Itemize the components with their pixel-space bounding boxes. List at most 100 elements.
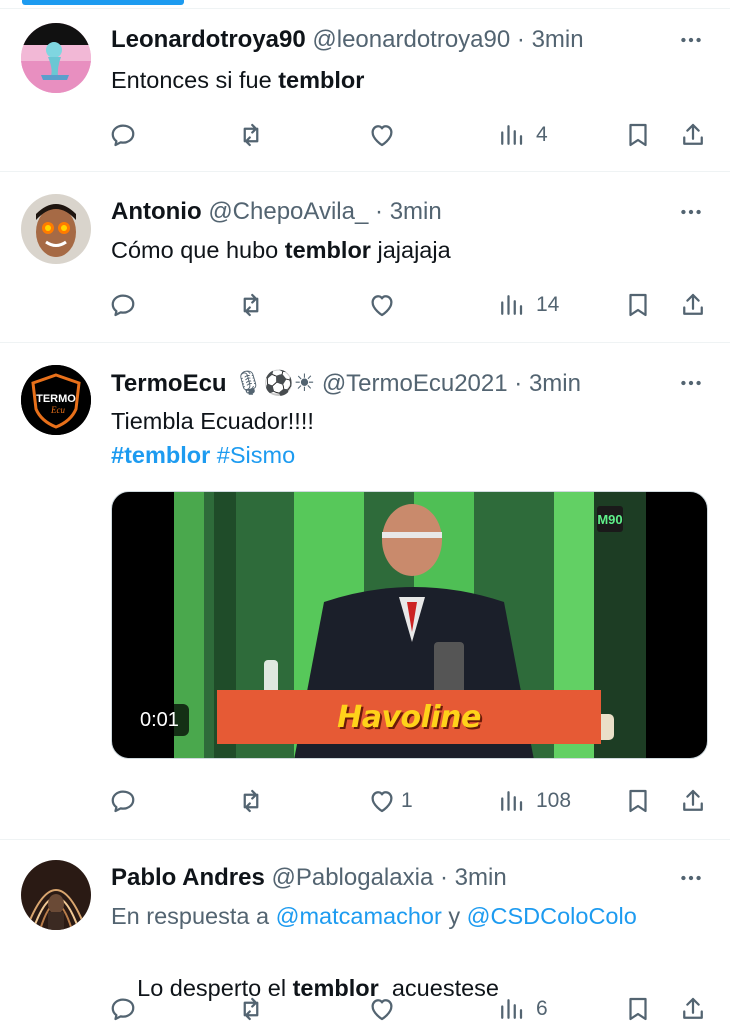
bookmark-button[interactable] [623,783,653,819]
avatar-image [21,194,91,264]
share-button[interactable] [678,991,708,1024]
reply-icon [111,790,135,813]
likes-count: 1 [401,789,413,812]
separator: · [375,198,384,225]
reply-joiner: y [441,903,467,929]
reply-button[interactable] [108,287,138,323]
views-count: 6 [536,997,548,1020]
separator: · [516,26,525,53]
timestamp[interactable]: 3min [532,26,584,53]
highlighted-keyword: temblor [278,67,365,93]
reply-context: En respuesta a @matcamachor y @CSDColoCo… [111,899,700,933]
avatar[interactable] [21,860,91,930]
tweet[interactable]: Pablo Andres @Pablogalaxia · 3min En res… [0,840,730,1024]
video-player[interactable]: M90 Havoline 0:01 [111,491,708,759]
views-count: 108 [536,789,572,812]
tweet-header: TermoEcu 🎙⚽☀ @TermoEcu2021 · 3min [111,368,690,398]
channel-logo: M90 [597,506,623,532]
timestamp[interactable]: 3min [390,198,442,225]
bookmark-button[interactable] [623,991,653,1024]
avatar-logo-text: TERMO [36,393,76,405]
tweet-header: Leonardotroya90 @leonardotroya90 · 3min [111,25,690,55]
hashtag-link[interactable]: #Sismo [217,442,295,468]
timestamp[interactable]: 3min [529,370,581,397]
retweet-button[interactable] [236,287,266,323]
share-button[interactable] [678,783,708,819]
avatar[interactable]: TERMO Ecu [21,365,91,435]
retweet-button[interactable] [236,117,266,153]
share-icon [683,997,703,1019]
bookmark-button[interactable] [623,117,653,153]
retweet-icon [243,293,259,317]
video-banner: Havoline [217,690,601,744]
display-name[interactable]: TermoEcu [111,370,227,397]
tweet-actions: 14 [108,287,708,323]
active-tab-indicator [22,0,184,5]
hashtags: #temblor #Sismo [111,438,700,472]
tweet[interactable]: Antonio @ChepoAvila_ · 3min Cómo que hub… [0,172,730,343]
more-icon [681,380,701,386]
like-button[interactable] [367,287,397,323]
more-options-button[interactable] [676,197,706,227]
retweet-button[interactable] [236,783,266,819]
more-options-button[interactable] [676,863,706,893]
more-options-button[interactable] [676,368,706,398]
tweet-header: Antonio @ChepoAvila_ · 3min [111,197,690,227]
retweet-icon [243,123,259,147]
user-handle[interactable]: @ChepoAvila_ [208,198,368,225]
highlighted-keyword: temblor [284,237,371,263]
more-options-button[interactable] [676,25,706,55]
more-icon [681,37,701,43]
tweet[interactable]: Leonardotroya90 @leonardotroya90 · 3min … [0,9,730,172]
views-button[interactable]: 108 [496,783,571,819]
video-duration: 0:01 [130,704,189,736]
like-icon [371,791,393,813]
user-handle[interactable]: @TermoEcu2021 [322,370,508,397]
share-button[interactable] [678,287,708,323]
more-icon [681,209,701,215]
views-button[interactable]: 6 [496,991,548,1024]
avatar[interactable] [21,194,91,264]
retweet-button[interactable] [236,991,266,1024]
display-name[interactable]: Antonio [111,198,202,225]
bookmark-button[interactable] [623,287,653,323]
reply-button[interactable] [108,991,138,1024]
share-button[interactable] [678,117,708,153]
like-icon [371,125,393,147]
avatar-image: TERMO Ecu [21,365,91,435]
reply-button[interactable] [108,117,138,153]
like-button[interactable]: 1 [367,783,413,819]
views-button[interactable]: 4 [496,117,548,153]
user-handle[interactable]: @leonardotroya90 [312,26,510,53]
like-button[interactable] [367,991,397,1024]
tweet-text: Entonces si fue temblor [111,63,700,97]
tweet-actions: 4 [108,117,708,153]
views-icon [501,791,523,811]
bookmark-icon [629,123,647,147]
tweet-header: Pablo Andres @Pablogalaxia · 3min [111,863,690,893]
bookmark-icon [629,293,647,317]
share-icon [683,293,703,315]
reply-button[interactable] [108,783,138,819]
views-button[interactable]: 14 [496,287,559,323]
tweet-text: Cómo que hubo temblor jajajaja [111,233,700,267]
avatar[interactable] [21,23,91,93]
display-name[interactable]: Leonardotroya90 [111,26,306,53]
avatar-image [21,23,91,93]
mention-link[interactable]: @CSDColoColo [467,903,637,929]
tweet-actions: 1 108 [108,783,708,819]
tweet[interactable]: TERMO Ecu TermoEcu 🎙⚽☀ @TermoEcu2021 · 3… [0,343,730,840]
mention-link[interactable]: @matcamachor [276,903,442,929]
views-icon [501,125,523,145]
hashtag-link[interactable]: #temblor [111,442,210,468]
reply-icon [111,998,135,1021]
user-handle[interactable]: @Pablogalaxia [271,864,433,891]
views-icon [501,295,523,315]
retweet-icon [243,997,259,1021]
display-name[interactable]: Pablo Andres [111,864,265,891]
text-segment: jajajaja [370,237,451,263]
like-button[interactable] [367,117,397,153]
bookmark-icon [629,997,647,1021]
timestamp[interactable]: 3min [455,864,507,891]
separator: · [439,864,448,891]
